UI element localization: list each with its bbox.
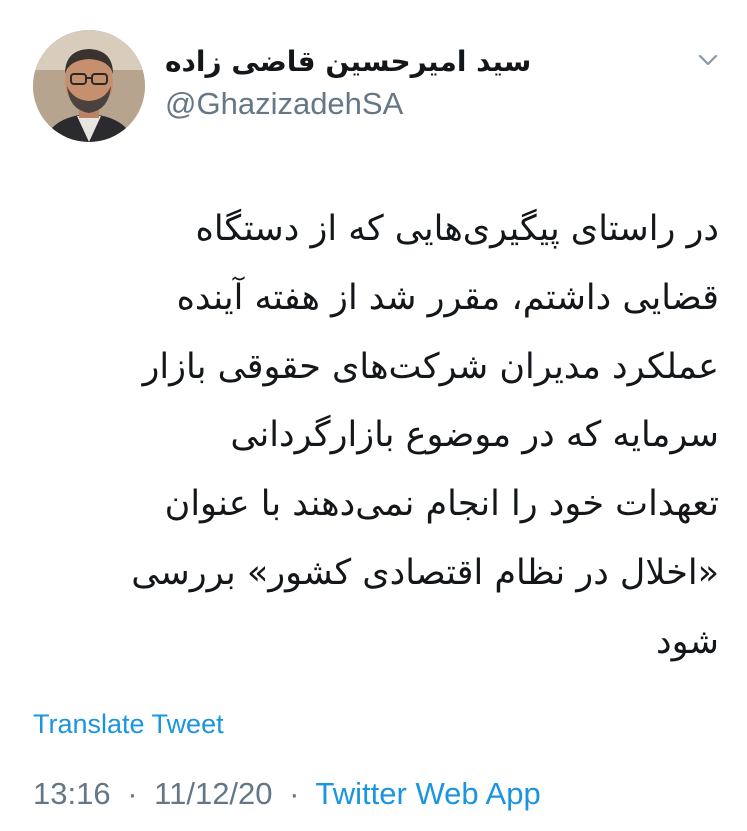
avatar[interactable] xyxy=(33,30,145,142)
author-display-name[interactable]: سید امیرحسین قاضی زاده xyxy=(165,42,531,82)
meta-separator: · xyxy=(127,776,138,811)
tweet-time[interactable]: 13:16 xyxy=(33,776,111,811)
avatar-image xyxy=(33,30,145,142)
tweet-date[interactable]: 11/12/20 xyxy=(154,776,272,811)
chevron-down-icon[interactable] xyxy=(697,52,719,68)
author-handle[interactable]: @GhazizadehSA xyxy=(165,86,531,122)
meta-separator: · xyxy=(289,776,300,811)
tweet-source-link[interactable]: Twitter Web App xyxy=(316,776,541,811)
author-block: سید امیرحسین قاضی زاده @GhazizadehSA xyxy=(165,42,531,122)
tweet-meta: 13:16 · 11/12/20 · Twitter Web App xyxy=(33,774,541,814)
tweet-card: سید امیرحسین قاضی زاده @GhazizadehSA در … xyxy=(0,0,747,831)
translate-tweet-link[interactable]: Translate Tweet xyxy=(33,707,224,741)
tweet-text: در راستای پیگیری‌هایی که از دستگاه قضایی… xyxy=(131,209,719,662)
